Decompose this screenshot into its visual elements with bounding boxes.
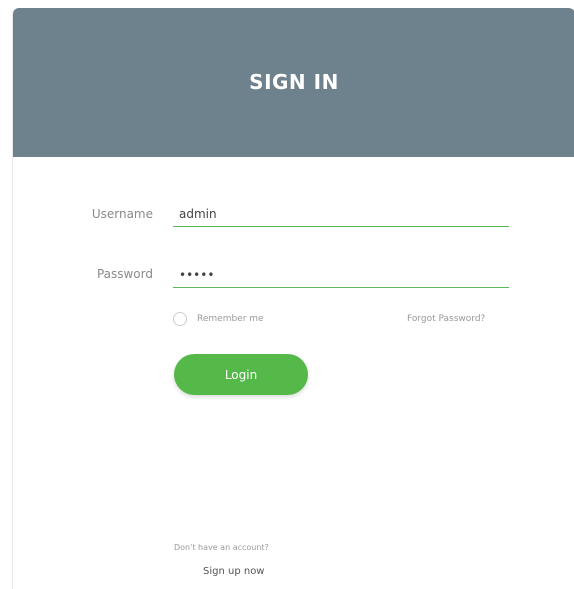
username-label: Username — [91, 207, 153, 221]
login-button[interactable]: Login — [174, 354, 308, 395]
password-input[interactable] — [173, 263, 509, 288]
login-card: SIGN IN Username Password Remember me Fo… — [12, 8, 574, 589]
forgot-password-link[interactable]: Forgot Password? — [407, 314, 485, 324]
login-header: SIGN IN — [13, 8, 574, 157]
password-label: Password — [96, 267, 153, 281]
signup-link[interactable]: Sign up now — [203, 566, 265, 577]
remember-me-checkbox[interactable] — [173, 312, 187, 326]
remember-me[interactable]: Remember me — [173, 312, 264, 326]
page-title: SIGN IN — [249, 70, 339, 94]
remember-me-label: Remember me — [197, 314, 264, 324]
username-input[interactable] — [173, 202, 509, 227]
no-account-text: Don't have an account? — [174, 543, 269, 552]
